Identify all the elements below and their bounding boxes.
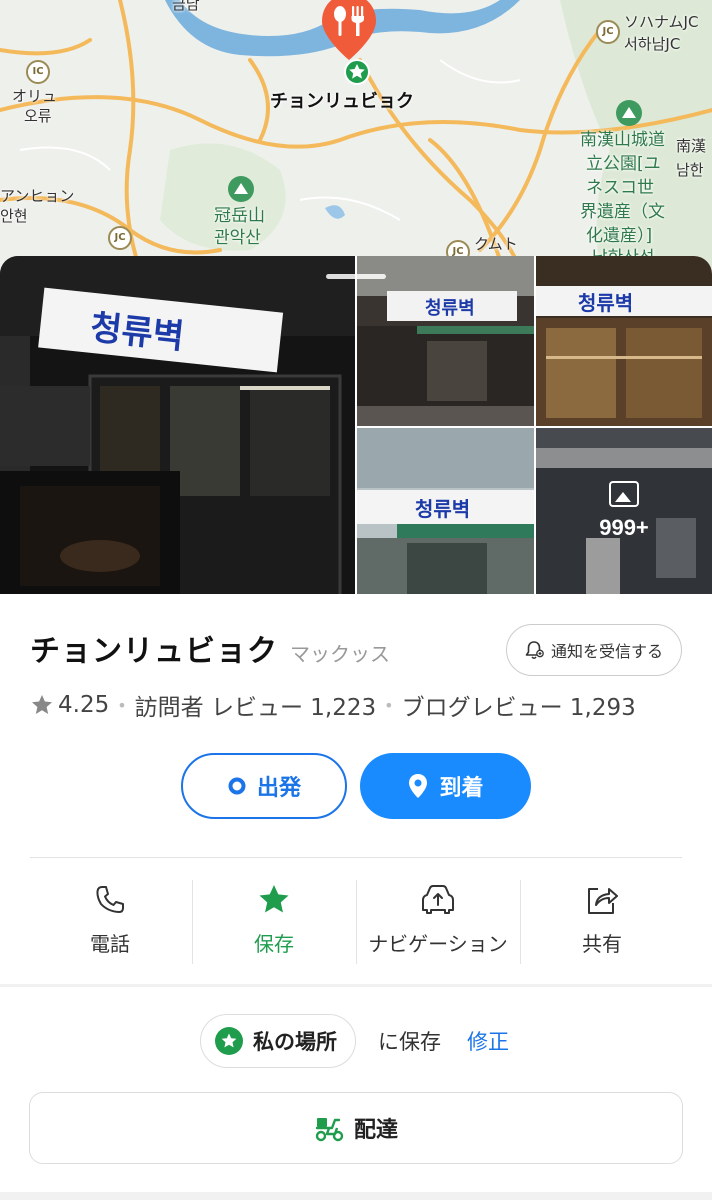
action-label: ナビゲーション <box>368 931 508 956</box>
saved-list-chip[interactable]: 私の場所 <box>200 1014 356 1068</box>
navigation-button[interactable]: ナビゲーション <box>356 868 520 968</box>
map-label: オリュ <box>12 87 58 105</box>
call-button[interactable]: 電話 <box>28 868 192 968</box>
visitor-reviews-link[interactable]: 訪問者 レビュー 1,223 <box>135 688 376 722</box>
action-bar: 電話 保存 ナビゲーション 共有 <box>28 868 684 968</box>
mountain-icon <box>228 176 254 202</box>
gallery-icon <box>609 481 639 507</box>
jc-badge: JC <box>108 226 132 250</box>
ic-badge: IC <box>26 60 50 84</box>
map-label: 오류 <box>24 107 52 125</box>
place-name: チョンリュビョク <box>30 634 278 669</box>
notify-label: 通知を受信する <box>550 642 663 661</box>
section-divider <box>0 1192 712 1200</box>
action-label: 共有 <box>582 931 622 956</box>
delivery-scooter-icon <box>315 1118 344 1142</box>
arrive-label: 到着 <box>439 776 484 801</box>
map-label: 冠岳山 <box>214 206 265 226</box>
phone-icon <box>96 885 124 913</box>
origin-dot-icon <box>228 777 246 795</box>
notify-button[interactable]: 通知を受信する <box>505 624 682 676</box>
more-photos-count: 999+ <box>599 515 649 540</box>
saved-list-row: 私の場所 に保存 修正 <box>200 1014 509 1068</box>
more-photos-overlay[interactable]: 999+ <box>536 428 712 594</box>
saved-marker-icon <box>344 59 370 85</box>
delivery-button[interactable]: 配達 <box>29 1092 683 1164</box>
blog-reviews-link[interactable]: ブログレビュー 1,293 <box>402 688 636 722</box>
restaurant-pin-icon[interactable] <box>318 0 380 64</box>
arrive-button[interactable]: 到着 <box>360 753 531 819</box>
place-detail-sheet: 청류벽 청류벽 청류벽 청류벽 999+ チョンリュビョク マックッス 通知を受… <box>0 256 712 1200</box>
mountain-icon <box>616 100 642 126</box>
map-label: 南漢 <box>676 137 707 155</box>
saved-list-name: 私の場所 <box>253 1030 337 1054</box>
place-category: マックッス <box>290 642 390 666</box>
delivery-label: 配達 <box>353 1118 398 1143</box>
depart-button[interactable]: 出発 <box>181 753 347 819</box>
car-navigation-icon <box>422 884 454 914</box>
location-pin-icon <box>409 774 428 798</box>
star-icon <box>221 1033 237 1048</box>
sign-text: 청류벽 <box>425 298 475 319</box>
star-icon <box>259 884 289 912</box>
sign-text: 청류벽 <box>578 291 633 315</box>
map-label: ソハナムJC <box>624 13 699 31</box>
photo-gallery[interactable]: 청류벽 청류벽 청류벽 청류벽 999+ <box>0 256 712 594</box>
section-divider <box>0 984 712 987</box>
action-label: 電話 <box>90 931 130 956</box>
save-button[interactable]: 保存 <box>192 868 356 968</box>
rating-row: 4.25 • 訪問者 レビュー 1,223 • ブログレビュー 1,293 <box>30 688 636 722</box>
map-label: アンヒョン <box>0 187 75 205</box>
share-button[interactable]: 共有 <box>520 868 684 968</box>
sheet-drag-handle[interactable] <box>326 274 386 279</box>
separator: • <box>117 695 127 715</box>
rating-star-icon <box>32 695 52 714</box>
map-label: 界遺産（文 <box>580 202 665 222</box>
rating-value: 4.25 <box>58 692 110 718</box>
selected-place-label: チョンリュビョク <box>270 91 414 112</box>
saved-text: に保存 <box>378 1030 441 1054</box>
map-view[interactable]: IC JC JC JC 금남 ソハナムJC 서하남JC オリュ 오류 アンヒョン… <box>0 0 712 270</box>
edit-link[interactable]: 修正 <box>467 1026 509 1056</box>
map-label: 서하남JC <box>624 35 681 53</box>
map-label: 관악산 <box>214 228 261 248</box>
map-label: 化遺産）] <box>586 226 653 246</box>
sign-text: 청류벽 <box>415 497 470 521</box>
map-label: クムト <box>474 235 518 253</box>
place-title-row: チョンリュビョク マックッス <box>30 626 390 670</box>
map-label: 안현 <box>0 207 28 225</box>
map-label: 남한 <box>676 161 704 179</box>
depart-label: 出発 <box>256 776 301 801</box>
photo-4[interactable]: 청류벽 <box>357 428 534 594</box>
divider <box>30 857 682 858</box>
share-icon <box>588 887 618 914</box>
separator: • <box>384 695 394 715</box>
photo-main[interactable]: 청류벽 <box>0 256 355 594</box>
photo-3[interactable]: 청류벽 <box>536 256 712 426</box>
map-label: 금남 <box>172 0 200 13</box>
map-label: 南漢山城道 <box>580 130 665 150</box>
map-label: 立公園[ユ <box>586 154 661 174</box>
action-label: 保存 <box>254 931 294 956</box>
map-label: ネスコ世 <box>586 178 654 198</box>
jc-badge: JC <box>596 20 620 44</box>
bell-icon <box>525 641 544 660</box>
photo-2[interactable]: 청류벽 <box>357 256 534 426</box>
